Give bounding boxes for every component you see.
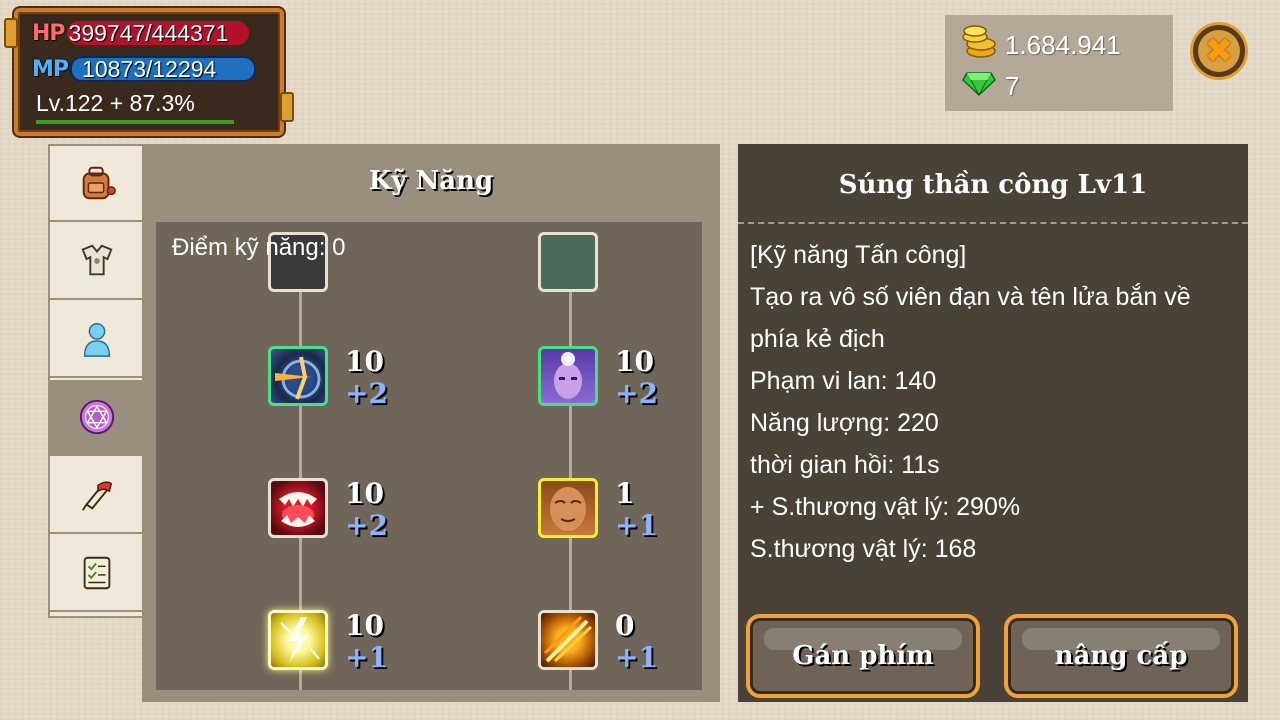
desc-line: Năng lượng: 220 [750,409,939,437]
gold-row: 1.684.941 [961,25,1121,66]
assign-key-label: Gán phím [792,641,934,671]
tab-tasks[interactable] [50,536,144,612]
skill-icon-partial[interactable] [538,232,598,292]
tab-character[interactable] [50,302,144,378]
skill-bonus: +1 [615,641,658,674]
tab-equipment[interactable] [50,224,144,300]
skill-level: 0 [615,609,635,642]
skill-crossbow-shot[interactable] [268,346,328,406]
hp-value: 399747/444371 [68,20,229,46]
skill-fire-slash[interactable] [538,610,598,670]
gem-row: 7 [961,69,1019,104]
desc-line: Tạo ra vô số viên đạn và tên lửa bắn về [750,283,1191,311]
skill-bonus: +1 [615,509,658,542]
exp-bar [36,120,234,124]
skills-panel: Kỹ Năng Điểm kỹ năng: 0 10 +2 10 +2 10 +… [142,144,720,702]
desc-line: thời gian hồi: 11s [750,451,940,479]
skill-bonus: +2 [345,377,388,410]
tab-quest[interactable] [50,458,144,534]
close-button[interactable]: ✖ [1190,22,1248,80]
skill-level: 10 [345,477,384,510]
hp-label: HP [32,20,66,46]
skills-title: Kỹ Năng [368,166,494,196]
armor-icon [77,241,117,281]
skill-points: Điểm kỹ năng: 0 [172,234,346,261]
tab-skills[interactable] [50,380,144,456]
backpack-icon [77,163,117,203]
magic-circle-icon [77,397,117,437]
green-gem-icon [961,69,997,104]
person-icon [77,319,117,359]
gem-amount: 7 [1005,71,1020,101]
skill-bonus: +1 [345,641,388,674]
divider [738,222,1248,224]
upgrade-button[interactable]: nâng cấp [1004,614,1238,698]
close-x-icon: ✖ [1198,30,1240,72]
skill-level: 10 [615,345,654,378]
scroll-pen-icon [77,475,117,515]
skill-fangs[interactable] [268,478,328,538]
mp-label: MP [32,56,69,82]
skill-bonus: +2 [615,377,658,410]
desc-line: + S.thương vật lý: 290% [750,493,1021,521]
skill-level: 1 [615,477,635,510]
skill-monk-face[interactable] [538,478,598,538]
mp-value: 10873/12294 [82,56,217,82]
assign-key-button[interactable]: Gán phím [746,614,980,698]
hp-bar: 399747/444371 [66,20,249,46]
checklist-icon [77,553,117,593]
hp-row: HP 399747/444371 [32,20,249,46]
skill-level: 10 [345,609,384,642]
desc-line: Phạm vi lan: 140 [750,367,937,395]
mp-row: MP 10873/12294 [32,56,257,82]
gold-amount: 1.684.941 [1005,30,1121,60]
desc-line: phía kẻ địch [750,325,885,353]
upgrade-label: nâng cấp [1054,641,1188,671]
desc-line: [Kỹ năng Tấn công] [750,241,967,269]
gold-coins-icon [961,25,997,66]
level-text: Lv.122 + 87.3% [36,90,195,116]
skill-mystic-face[interactable] [538,346,598,406]
skill-description: [Kỹ năng Tấn công] Tạo ra vô số viên đạn… [750,234,1191,570]
skill-bonus: +2 [345,509,388,542]
skill-level: 10 [345,345,384,378]
menu-tabs [48,144,144,618]
tab-bag[interactable] [50,146,144,222]
skill-lightning[interactable] [268,610,328,670]
skill-tree[interactable]: Điểm kỹ năng: 0 10 +2 10 +2 10 +2 1 +1 1… [156,222,702,690]
skill-detail-title: Súng thần công Lv11 [838,170,1148,200]
currency-panel: 1.684.941 7 [945,15,1173,111]
skill-detail-panel: Súng thần công Lv11 [Kỹ năng Tấn công] T… [738,144,1248,702]
mp-bar: 10873/12294 [70,56,257,82]
desc-line: S.thương vật lý: 168 [750,535,977,563]
player-status-frame: HP 399747/444371 MP 10873/12294 Lv.122 +… [4,8,294,136]
